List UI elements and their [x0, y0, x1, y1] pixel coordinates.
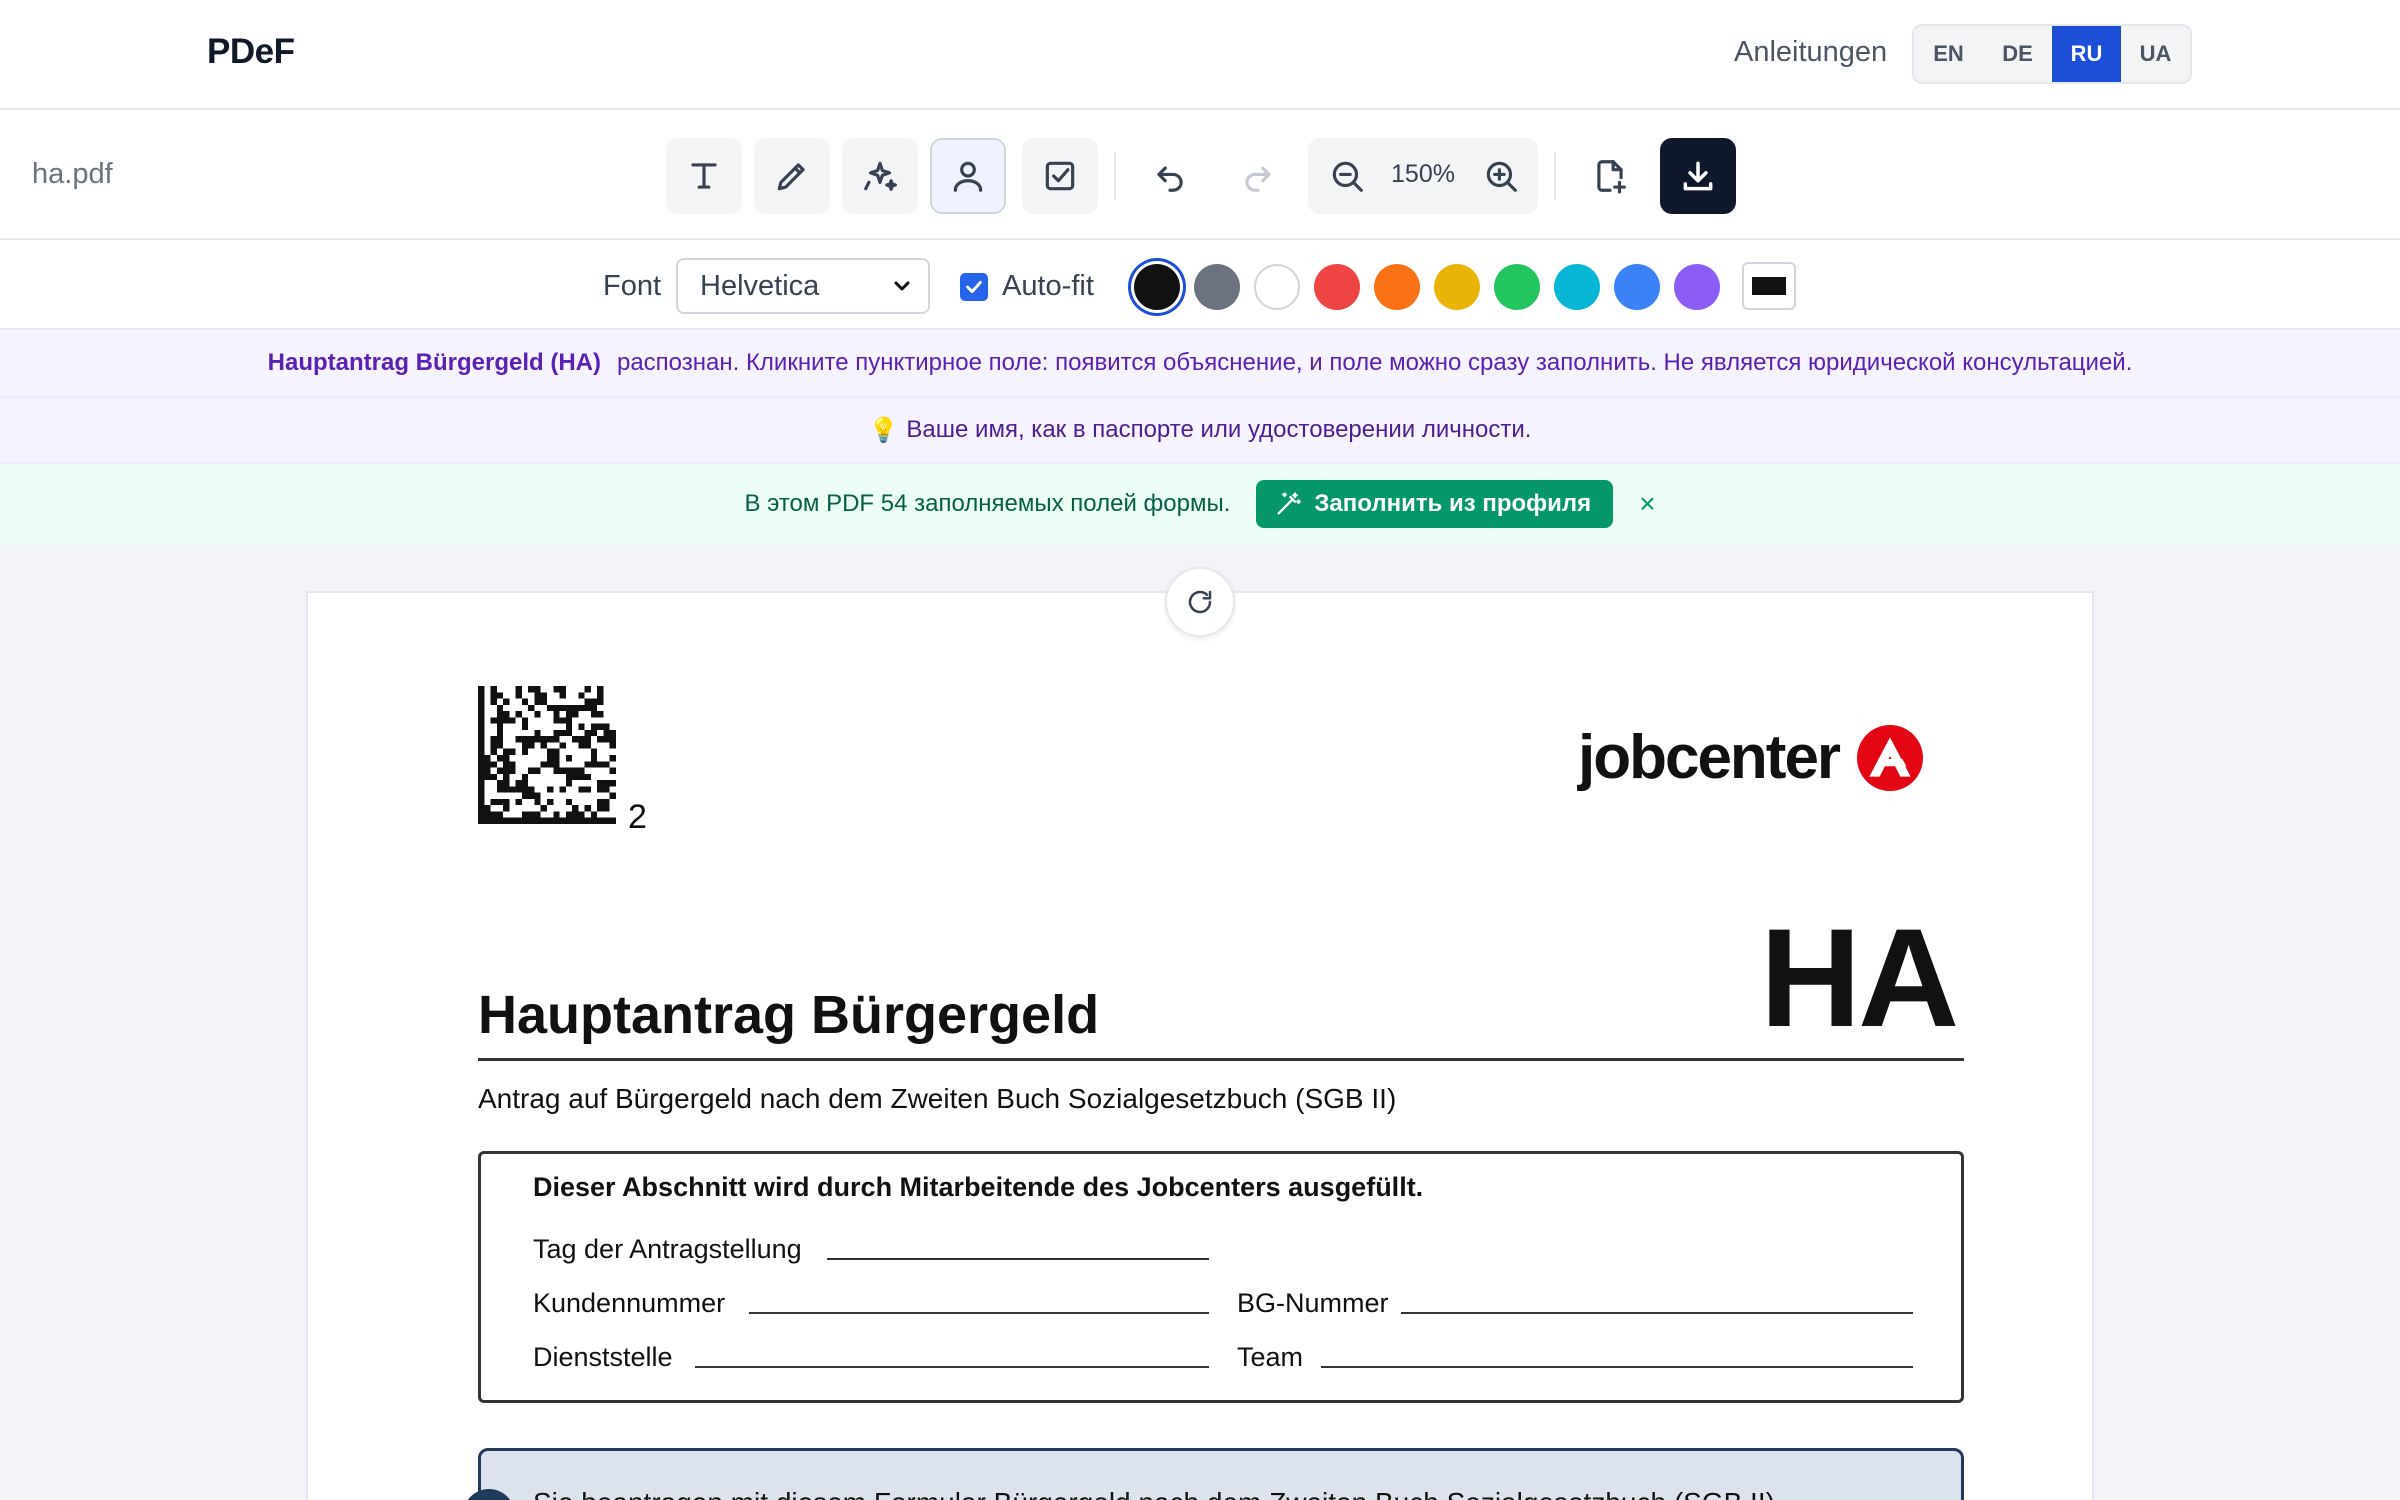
title-rule — [478, 1058, 1964, 1061]
customer-number-field[interactable] — [749, 1312, 1209, 1314]
autofit-checkbox[interactable] — [960, 272, 988, 301]
color-swatch[interactable] — [1494, 264, 1540, 310]
bg-number-field[interactable] — [1401, 1312, 1913, 1314]
zoom-in-icon — [1486, 161, 1517, 192]
qr-code-number: 2 — [628, 798, 647, 836]
zoom-out-button[interactable] — [1328, 157, 1366, 195]
editor-toolbar: ha.pdf 150% — [0, 110, 2400, 240]
toolbar-divider — [1114, 152, 1116, 200]
download-icon — [1683, 161, 1713, 191]
checkbox-icon — [1045, 161, 1075, 191]
color-swatch[interactable] — [1614, 264, 1660, 310]
draw-tool-button[interactable] — [754, 138, 830, 214]
zoom-level: 150% — [1391, 160, 1455, 188]
field-label-office: Dienststelle — [533, 1342, 673, 1372]
undo-icon — [1157, 166, 1183, 192]
form-code: HA — [1760, 899, 1959, 1056]
autofit-label: Auto-fit — [1002, 270, 1094, 302]
field-hint-banner: 💡 Ваше имя, как в паспорте или удостовер… — [0, 398, 2400, 464]
staff-section: Dieser Abschnitt wird durch Mitarbeitend… — [478, 1151, 1964, 1403]
staff-section-heading: Dieser Abschnitt wird durch Mitarbeitend… — [533, 1172, 1424, 1202]
color-swatch[interactable] — [1314, 264, 1360, 310]
form-fields-banner: В этом PDF 54 заполняемых полей формы. З… — [0, 464, 2400, 544]
zoom-controls: 150% — [1308, 138, 1538, 214]
arbeitsagentur-logo-icon — [1857, 724, 1924, 791]
field-label-team: Team — [1237, 1342, 1304, 1372]
profile-tool-button[interactable] — [930, 138, 1006, 214]
office-field[interactable] — [695, 1366, 1209, 1368]
jobcenter-logo: jobcenter — [1578, 722, 1924, 793]
zoom-out-icon — [1332, 161, 1363, 192]
checkbox-tool-button[interactable] — [1022, 138, 1098, 214]
lang-ua[interactable]: UA — [2121, 26, 2190, 82]
info-section: Sie beantragen mit diesem Formular Bürge… — [463, 1448, 1964, 1500]
redo-button[interactable] — [1220, 138, 1296, 214]
ai-tool-button[interactable] — [842, 138, 918, 214]
text-icon — [691, 163, 717, 189]
font-label: Font — [603, 270, 662, 302]
team-field[interactable] — [1321, 1366, 1913, 1368]
color-swatch[interactable] — [1674, 264, 1720, 310]
rotate-icon — [1188, 590, 1212, 614]
color-swatch[interactable] — [1374, 264, 1420, 310]
detected-form-text: распознан. Кликните пунктирное поле: поя… — [616, 349, 2133, 376]
lang-ru[interactable]: RU — [2052, 26, 2121, 82]
document-title: Hauptantrag Bürgergeld — [478, 985, 1100, 1045]
form-fields-text: В этом PDF 54 заполняемых полей формы. — [744, 490, 1231, 517]
file-plus-icon — [1597, 160, 1626, 194]
top-nav: PDeF Anleitungen EN DE RU UA — [0, 0, 2400, 110]
close-icon[interactable]: × — [1639, 488, 1655, 520]
color-swatch[interactable] — [1134, 264, 1180, 310]
fill-from-profile-label: Заполнить из профиля — [1314, 490, 1592, 517]
color-swatch[interactable] — [1254, 264, 1300, 310]
color-swatch[interactable] — [1194, 264, 1240, 310]
add-page-button[interactable] — [1572, 138, 1648, 214]
jobcenter-logo-text: jobcenter — [1578, 723, 1841, 792]
lightbulb-icon: 💡 — [868, 416, 899, 444]
application-date-field[interactable] — [827, 1258, 1209, 1260]
sparkles-icon — [864, 161, 897, 191]
text-tool-button[interactable] — [666, 138, 742, 214]
guides-link[interactable]: Anleitungen — [1734, 36, 1887, 69]
brand-logo[interactable]: PDeF — [207, 32, 295, 72]
format-bar: Font Helvetica Auto-fit — [0, 240, 2400, 330]
qr-code-image — [478, 686, 616, 824]
custom-color-preview — [1752, 277, 1786, 295]
autofit-toggle[interactable]: Auto-fit — [960, 270, 1094, 303]
font-select[interactable]: Helvetica — [676, 258, 930, 314]
detected-form-name: Hauptantrag Bürgergeld (HA) — [267, 349, 601, 376]
field-hint-text: Ваше имя, как в паспорте или удостоверен… — [906, 416, 1532, 443]
lang-de[interactable]: DE — [1983, 26, 2052, 82]
redo-icon — [1245, 166, 1271, 192]
lang-en[interactable]: EN — [1914, 26, 1983, 82]
file-name: ha.pdf — [32, 158, 113, 190]
info-section-text: Sie beantragen mit diesem Formular Bürge… — [533, 1487, 1783, 1500]
form-detected-banner: Hauptantrag Bürgergeld (HA) распознан. К… — [0, 330, 2400, 398]
rotate-page-button[interactable] — [1165, 567, 1235, 637]
check-icon — [966, 280, 982, 293]
color-swatch[interactable] — [1434, 264, 1480, 310]
user-icon — [953, 161, 983, 192]
toolbar-divider — [1554, 152, 1556, 200]
download-button[interactable] — [1660, 138, 1736, 214]
zoom-in-button[interactable] — [1482, 157, 1520, 195]
color-swatch[interactable] — [1554, 264, 1600, 310]
language-switcher: EN DE RU UA — [1912, 24, 2192, 84]
custom-color-picker[interactable] — [1742, 262, 1796, 310]
font-select-value: Helvetica — [700, 270, 820, 302]
magic-wand-icon — [1277, 492, 1302, 515]
undo-button[interactable] — [1132, 138, 1208, 214]
chevron-down-icon — [894, 281, 910, 291]
pen-icon — [777, 163, 805, 191]
field-label-customer-number: Kundennummer — [533, 1288, 726, 1318]
field-label-bg-number: BG-Nummer — [1237, 1288, 1389, 1318]
field-label-application-date: Tag der Antragstellung — [533, 1234, 802, 1264]
fill-from-profile-button[interactable]: Заполнить из профиля — [1256, 480, 1614, 528]
document-subtitle: Antrag auf Bürgergeld nach dem Zweiten B… — [478, 1083, 1397, 1114]
